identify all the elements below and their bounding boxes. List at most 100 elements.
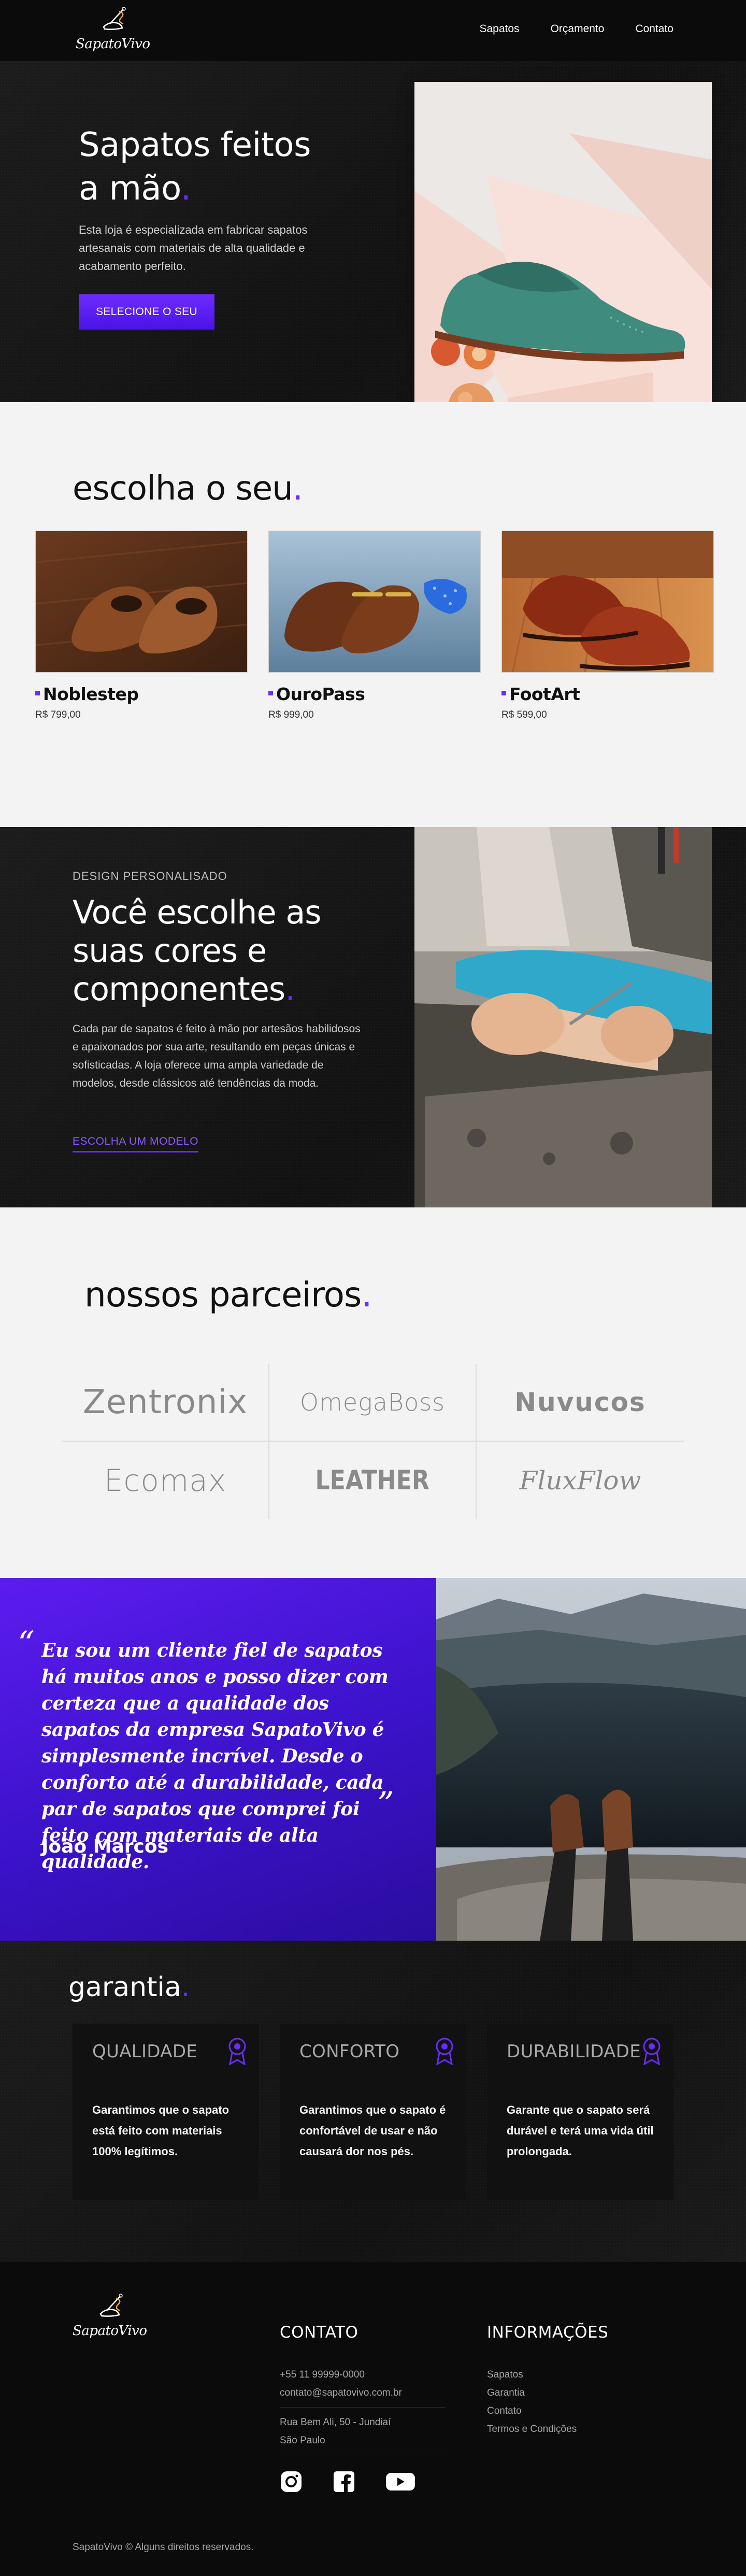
partner-logo-text: Zentronix (82, 1383, 248, 1421)
partners-section: nossos parceiros. Zentronix OmegaBoss Nu… (0, 1207, 746, 1578)
guarantee-cards: QUALIDADE Garantimos que o sapato está f… (73, 2024, 673, 2200)
footer-link-sapatos[interactable]: Sapatos (487, 2366, 577, 2384)
close-quote-icon: ” (377, 1785, 394, 1824)
brown-oxford-image (36, 531, 247, 672)
accent-square (268, 691, 273, 695)
partner-logo-nuvucos: Nuvucos (477, 1364, 684, 1442)
product-image-footart[interactable] (501, 531, 714, 673)
partner-logo-ecomax: Ecomax (62, 1442, 269, 1519)
facebook-icon[interactable] (333, 2470, 355, 2493)
footer-address-line1: Rua Bem Ali, 50 - Jundiaí (280, 2417, 391, 2428)
guarantee-title-text: garantia (68, 1972, 181, 2003)
brand-wordmark: SapatoVivo (73, 2323, 147, 2339)
accent-dot: . (180, 169, 191, 208)
partner-logo-text: FluxFlow (519, 1465, 641, 1496)
custom-design-section: DESIGN PERSONALISADO Você escolhe as sua… (0, 827, 746, 1207)
guarantee-card-text: Garante que o sapato será durável e terá… (507, 2103, 654, 2158)
award-badge-icon (228, 2038, 246, 2065)
footer-link-termos[interactable]: Termos e Condições (487, 2420, 577, 2438)
footer-contact-info: +55 11 99999-0000 contato@sapatovivo.com… (280, 2366, 402, 2402)
hero-section: Sapatos feitos a mão. Esta loja é especi… (0, 61, 746, 454)
accent-square (35, 691, 40, 695)
shoe-needle-logo-icon (99, 2294, 123, 2317)
brand-logo[interactable]: SapatoVivo (73, 6, 150, 54)
partner-logo-leather: LEATHER (269, 1442, 477, 1519)
instagram-icon[interactable] (280, 2470, 303, 2493)
product-name[interactable]: Noblestep (35, 684, 248, 704)
testimonial-photo (436, 1578, 746, 1941)
footer-link-garantia[interactable]: Garantia (487, 2384, 577, 2402)
handcrafting-shoe-image (414, 827, 712, 1207)
guarantee-card-title: CONFORTO (299, 2041, 400, 2062)
design-title: Você escolhe as suas cores e componentes… (73, 893, 394, 1008)
accent-square (501, 691, 506, 695)
partner-logo-text: Nuvucos (514, 1387, 646, 1417)
products-title: escolha o seu. (73, 469, 303, 508)
product-list: Noblestep R$ 799,00 OuroPass R$ 999,00 F… (35, 531, 714, 721)
nav-link-sapatos[interactable]: Sapatos (480, 23, 520, 35)
youtube-icon[interactable] (385, 2470, 415, 2493)
products-section: escolha o seu. Noblestep R$ 799,00 OuroP… (0, 402, 746, 827)
product-name[interactable]: FootArt (501, 684, 714, 704)
partner-logo-zentronix: Zentronix (62, 1364, 269, 1442)
social-links (280, 2470, 415, 2493)
site-footer: SapatoVivo CONTATO +55 11 99999-0000 con… (0, 2262, 746, 2576)
choose-model-link[interactable]: ESCOLHA UM MODELO (73, 1135, 199, 1152)
guarantee-card-title: QUALIDADE (92, 2041, 198, 2062)
select-shoe-button[interactable]: SELECIONE O SEU (79, 294, 214, 330)
products-title-text: escolha o seu (73, 469, 293, 508)
footer-brand-logo[interactable]: SapatoVivo (69, 2293, 147, 2341)
product-name-text: OuroPass (276, 684, 365, 704)
testimonial-quote-box: “ Eu sou um cliente fiel de sapatos há m… (0, 1578, 436, 1941)
footer-email[interactable]: contato@sapatovivo.com.br (280, 2384, 402, 2402)
main-menu: Sapatos Orçamento Contato (480, 23, 674, 35)
design-title-line2: suas cores e (73, 932, 267, 970)
partners-title-text: nossos parceiros (84, 1275, 362, 1315)
product-name-text: Noblestep (43, 684, 139, 704)
guarantee-card-quality: QUALIDADE Garantimos que o sapato está f… (73, 2024, 259, 2200)
award-badge-icon (436, 2038, 453, 2065)
nav-link-contato[interactable]: Contato (635, 23, 673, 35)
product-image-noblestep[interactable] (35, 531, 248, 673)
footer-address: Rua Bem Ali, 50 - Jundiaí São Paulo (280, 2413, 391, 2450)
partner-logo-text: Ecomax (104, 1463, 227, 1498)
footer-contact-title: CONTATO (280, 2323, 358, 2342)
design-title-line1: Você escolhe as (73, 893, 322, 931)
partner-logo-grid: Zentronix OmegaBoss Nuvucos Ecomax LEATH… (62, 1364, 684, 1519)
design-title-line3: componentes (73, 970, 285, 1008)
guarantee-card-text: Garantimos que o sapato é confortável de… (299, 2103, 446, 2158)
top-navigation: SapatoVivo Sapatos Orçamento Contato (0, 0, 746, 61)
product-name[interactable]: OuroPass (268, 684, 481, 704)
red-derby-image (502, 531, 713, 672)
guarantee-card-text: Garantimos que o sapato está feito com m… (92, 2103, 229, 2158)
guarantee-card-title: DURABILIDADE (507, 2041, 641, 2062)
section-kicker: DESIGN PERSONALISADO (73, 870, 227, 883)
product-card[interactable]: FootArt R$ 599,00 (501, 531, 714, 721)
product-image-ouropass[interactable] (268, 531, 481, 673)
product-card[interactable]: Noblestep R$ 799,00 (35, 531, 248, 721)
partner-logo-text: LEATHER (315, 1465, 430, 1496)
partner-logo-fluxflow: FluxFlow (477, 1442, 684, 1519)
guarantee-card-comfort: CONFORTO Garantimos que o sapato é confo… (280, 2024, 466, 2200)
product-name-text: FootArt (509, 684, 580, 704)
accent-dot: . (285, 970, 295, 1008)
design-description: Cada par de sapatos é feito à mão por ar… (73, 1023, 361, 1089)
nav-link-orcamento[interactable]: Orçamento (551, 23, 605, 35)
product-price: R$ 799,00 (35, 709, 81, 720)
accent-dot: . (181, 1972, 190, 2003)
footer-info-title: INFORMAÇÕES (487, 2323, 609, 2342)
hero-title-line2: a mão (79, 169, 181, 208)
footer-copyright: SapatoVivo © Alguns direitos reservados. (73, 2542, 254, 2553)
accent-dot: . (361, 1275, 372, 1315)
guarantee-section: garantia. QUALIDADE Garantimos que o sap… (0, 1941, 746, 2262)
guarantee-card-durability: DURABILIDADE Garante que o sapato será d… (487, 2024, 673, 2200)
hero-description: Esta loja é especializada em fabricar sa… (79, 223, 308, 273)
product-card[interactable]: OuroPass R$ 999,00 (268, 531, 481, 721)
footer-phone[interactable]: +55 11 99999-0000 (280, 2366, 402, 2384)
footer-link-contato[interactable]: Contato (487, 2402, 577, 2420)
loafer-image (269, 531, 480, 672)
footer-info-links: Sapatos Garantia Contato Termos e Condiç… (487, 2366, 577, 2438)
accent-dot: . (292, 469, 303, 508)
testimonial-section: “ Eu sou um cliente fiel de sapatos há m… (0, 1578, 746, 1941)
guarantee-title: garantia. (68, 1972, 190, 2003)
